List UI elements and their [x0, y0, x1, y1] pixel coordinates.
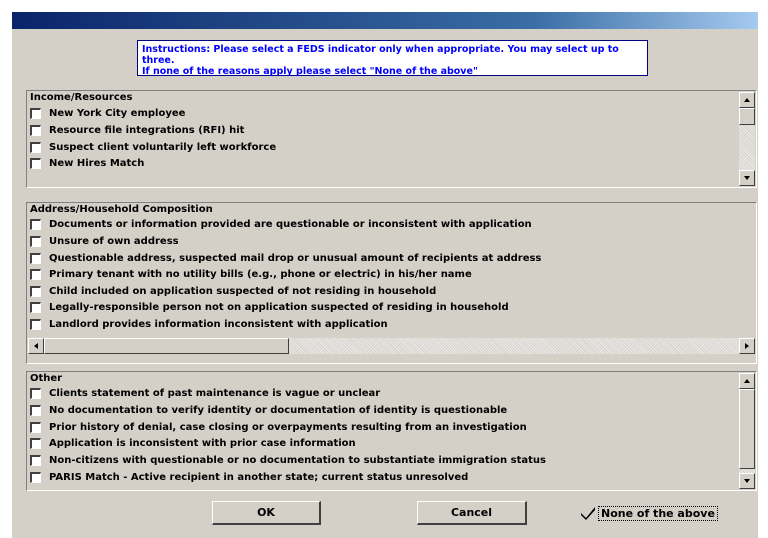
checkbox-item[interactable]: PARIS Match - Active recipient in anothe… — [30, 470, 468, 484]
arrow-down-icon — [744, 176, 750, 180]
title-bar[interactable] — [12, 12, 758, 29]
checkbox[interactable] — [30, 301, 41, 313]
checkbox-item[interactable]: Non-citizens with questionable or no doc… — [30, 453, 546, 467]
checkbox-item[interactable]: New Hires Match — [30, 156, 144, 170]
scroll-left-button[interactable] — [28, 338, 44, 354]
group-title: Income/Resources — [30, 92, 133, 103]
arrow-down-icon — [744, 479, 750, 483]
checkbox-label: Resource file integrations (RFI) hit — [49, 124, 245, 136]
group-title: Address/Household Composition — [30, 204, 213, 215]
checkbox-label: Unsure of own address — [49, 235, 179, 247]
checkbox[interactable] — [30, 404, 41, 416]
checkbox[interactable] — [30, 471, 41, 483]
checkbox-item[interactable]: Child included on application suspected … — [30, 284, 436, 298]
checkbox-label: Documents or information provided are qu… — [49, 218, 532, 230]
vertical-scrollbar[interactable] — [739, 92, 755, 186]
checkbox[interactable] — [30, 318, 41, 330]
checkbox-item[interactable]: New York City employee — [30, 106, 185, 120]
checkbox-label: Legally-responsible person not on applic… — [49, 301, 509, 313]
checkbox-label: Suspect client voluntarily left workforc… — [49, 141, 277, 153]
checkbox-label: Prior history of denial, case closing or… — [49, 421, 527, 433]
feds-indicator-dialog: Instructions: Please select a FEDS indic… — [12, 12, 758, 538]
instructions-line-1: Instructions: Please select a FEDS indic… — [142, 44, 619, 66]
checkbox-label: Application is inconsistent with prior c… — [49, 437, 356, 449]
income-resources-group: Income/Resources New York City employee … — [26, 90, 757, 188]
checkbox-label: Primary tenant with no utility bills (e.… — [49, 268, 472, 280]
checkbox-item[interactable]: Primary tenant with no utility bills (e.… — [30, 267, 472, 281]
checkmark-icon[interactable] — [580, 505, 596, 521]
checkbox[interactable] — [30, 235, 41, 247]
scroll-down-button[interactable] — [739, 473, 755, 489]
checkbox[interactable] — [30, 454, 41, 466]
checkbox-item[interactable]: Documents or information provided are qu… — [30, 217, 532, 231]
vertical-scrollbar[interactable] — [739, 373, 755, 489]
checkbox-label: New York City employee — [49, 107, 186, 119]
checkbox[interactable] — [30, 437, 41, 449]
group-title: Other — [30, 373, 63, 384]
scroll-up-button[interactable] — [739, 373, 755, 389]
checkbox-label: PARIS Match - Active recipient in anothe… — [49, 471, 469, 483]
checkbox[interactable] — [30, 141, 41, 153]
checkbox-label: Child included on application suspected … — [49, 285, 437, 297]
checkbox[interactable] — [30, 268, 41, 280]
checkbox-item[interactable]: Unsure of own address — [30, 234, 179, 248]
checkbox-item[interactable]: Suspect client voluntarily left workforc… — [30, 140, 276, 154]
checkbox-label: Non-citizens with questionable or no doc… — [49, 454, 546, 466]
horizontal-scrollbar[interactable] — [28, 338, 755, 354]
arrow-left-icon — [34, 343, 38, 349]
arrow-right-icon — [745, 343, 749, 349]
scroll-thumb[interactable] — [739, 389, 755, 469]
checkbox-label: No documentation to verify identity or d… — [49, 404, 508, 416]
checkbox[interactable] — [30, 421, 41, 433]
checkbox-item[interactable]: Resource file integrations (RFI) hit — [30, 123, 244, 137]
cancel-button[interactable]: Cancel — [417, 501, 527, 525]
checkbox-label: Clients statement of past maintenance is… — [49, 387, 381, 399]
instructions-line-2: If none of the reasons apply please sele… — [142, 66, 478, 77]
checkbox-item[interactable]: Clients statement of past maintenance is… — [30, 386, 380, 400]
checkbox-item[interactable]: Legally-responsible person not on applic… — [30, 300, 509, 314]
address-household-group: Address/Household Composition Documents … — [26, 202, 757, 364]
none-of-the-above-label: None of the above — [598, 505, 718, 521]
other-group: Other Clients statement of past maintena… — [26, 371, 757, 491]
scroll-up-button[interactable] — [739, 92, 755, 108]
scroll-thumb[interactable] — [44, 338, 289, 354]
none-of-the-above-checkbox[interactable]: None of the above — [580, 505, 718, 521]
checkbox-item[interactable]: Questionable address, suspected mail dro… — [30, 251, 541, 265]
scroll-down-button[interactable] — [739, 170, 755, 186]
checkbox-label: New Hires Match — [49, 157, 145, 169]
arrow-up-icon — [744, 379, 750, 383]
checkbox[interactable] — [30, 252, 41, 264]
checkbox-item[interactable]: Application is inconsistent with prior c… — [30, 436, 356, 450]
instructions-box: Instructions: Please select a FEDS indic… — [137, 40, 648, 77]
checkbox[interactable] — [30, 387, 41, 399]
checkbox[interactable] — [30, 124, 41, 136]
checkbox-item[interactable]: Landlord provides information inconsiste… — [30, 317, 388, 331]
arrow-up-icon — [744, 98, 750, 102]
checkbox-item[interactable]: No documentation to verify identity or d… — [30, 403, 507, 417]
checkbox[interactable] — [30, 107, 41, 119]
checkbox[interactable] — [30, 285, 41, 297]
checkbox[interactable] — [30, 157, 41, 169]
checkbox-item[interactable]: Prior history of denial, case closing or… — [30, 420, 527, 434]
checkbox-label: Landlord provides information inconsiste… — [49, 318, 388, 330]
scroll-right-button[interactable] — [739, 338, 755, 354]
scroll-thumb[interactable] — [739, 108, 755, 125]
checkbox-label: Questionable address, suspected mail dro… — [49, 252, 542, 264]
ok-button[interactable]: OK — [212, 501, 321, 525]
checkbox[interactable] — [30, 218, 41, 230]
